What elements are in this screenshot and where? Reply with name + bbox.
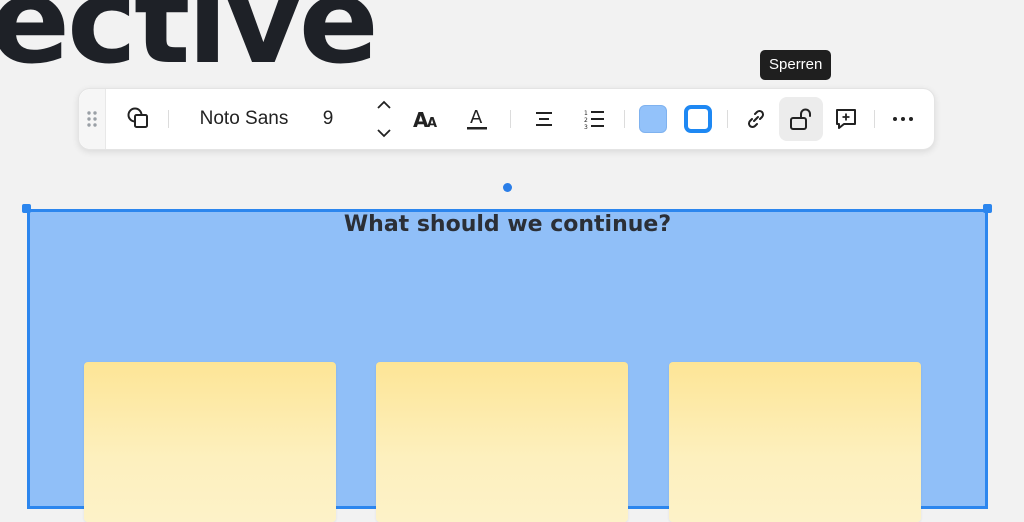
fill-color-swatch	[639, 105, 667, 133]
sticky-note[interactable]	[376, 362, 628, 522]
font-family-select[interactable]: Noto Sans	[189, 89, 299, 149]
comment-button[interactable]	[828, 89, 864, 149]
toolbar-divider	[874, 110, 875, 128]
svg-text:1: 1	[584, 110, 588, 117]
text-color-icon: A	[467, 107, 487, 130]
shape-button[interactable]	[121, 89, 157, 149]
more-button[interactable]	[885, 89, 921, 149]
link-icon	[747, 109, 765, 129]
font-size-stepper[interactable]	[369, 89, 399, 149]
drag-handle-icon	[87, 111, 97, 127]
border-color-swatch	[684, 105, 712, 133]
font-size-input[interactable]: 9	[313, 89, 343, 149]
svg-text:3: 3	[584, 124, 588, 131]
fill-color-button[interactable]	[635, 89, 671, 149]
numbered-list-icon: 1 2 3	[584, 110, 604, 131]
context-toolbar: Noto Sans 9 A A A 1 2 3	[78, 88, 935, 150]
toolbar-divider	[624, 110, 625, 128]
svg-text:A: A	[427, 116, 437, 131]
shape-icon	[127, 107, 148, 128]
list-button[interactable]: 1 2 3	[576, 89, 612, 149]
link-button[interactable]	[738, 89, 774, 149]
rotate-handle[interactable]	[503, 183, 512, 192]
toolbar-drag-handle[interactable]	[79, 89, 106, 149]
board-heading[interactable]: ective	[0, 0, 379, 80]
stepper-icon	[377, 100, 391, 138]
lock-button[interactable]	[779, 89, 823, 149]
sticky-note[interactable]	[669, 362, 921, 522]
comment-icon	[836, 109, 856, 129]
svg-text:A: A	[470, 107, 483, 128]
text-color-button[interactable]: A	[457, 89, 497, 149]
border-color-button[interactable]	[680, 89, 716, 149]
toolbar-divider	[510, 110, 511, 128]
text-size-button[interactable]: A A	[407, 89, 447, 149]
more-icon	[893, 117, 913, 121]
unlock-icon	[790, 108, 811, 130]
toolbar-divider	[168, 110, 169, 128]
align-button[interactable]	[526, 89, 562, 149]
lock-tooltip: Sperren	[760, 50, 832, 80]
frame-title[interactable]: What should we continue?	[0, 210, 1015, 240]
text-size-icon: A A	[413, 108, 437, 131]
toolbar-divider	[727, 110, 728, 128]
svg-text:2: 2	[584, 117, 588, 124]
align-center-icon	[536, 112, 552, 126]
sticky-note[interactable]	[84, 362, 336, 522]
